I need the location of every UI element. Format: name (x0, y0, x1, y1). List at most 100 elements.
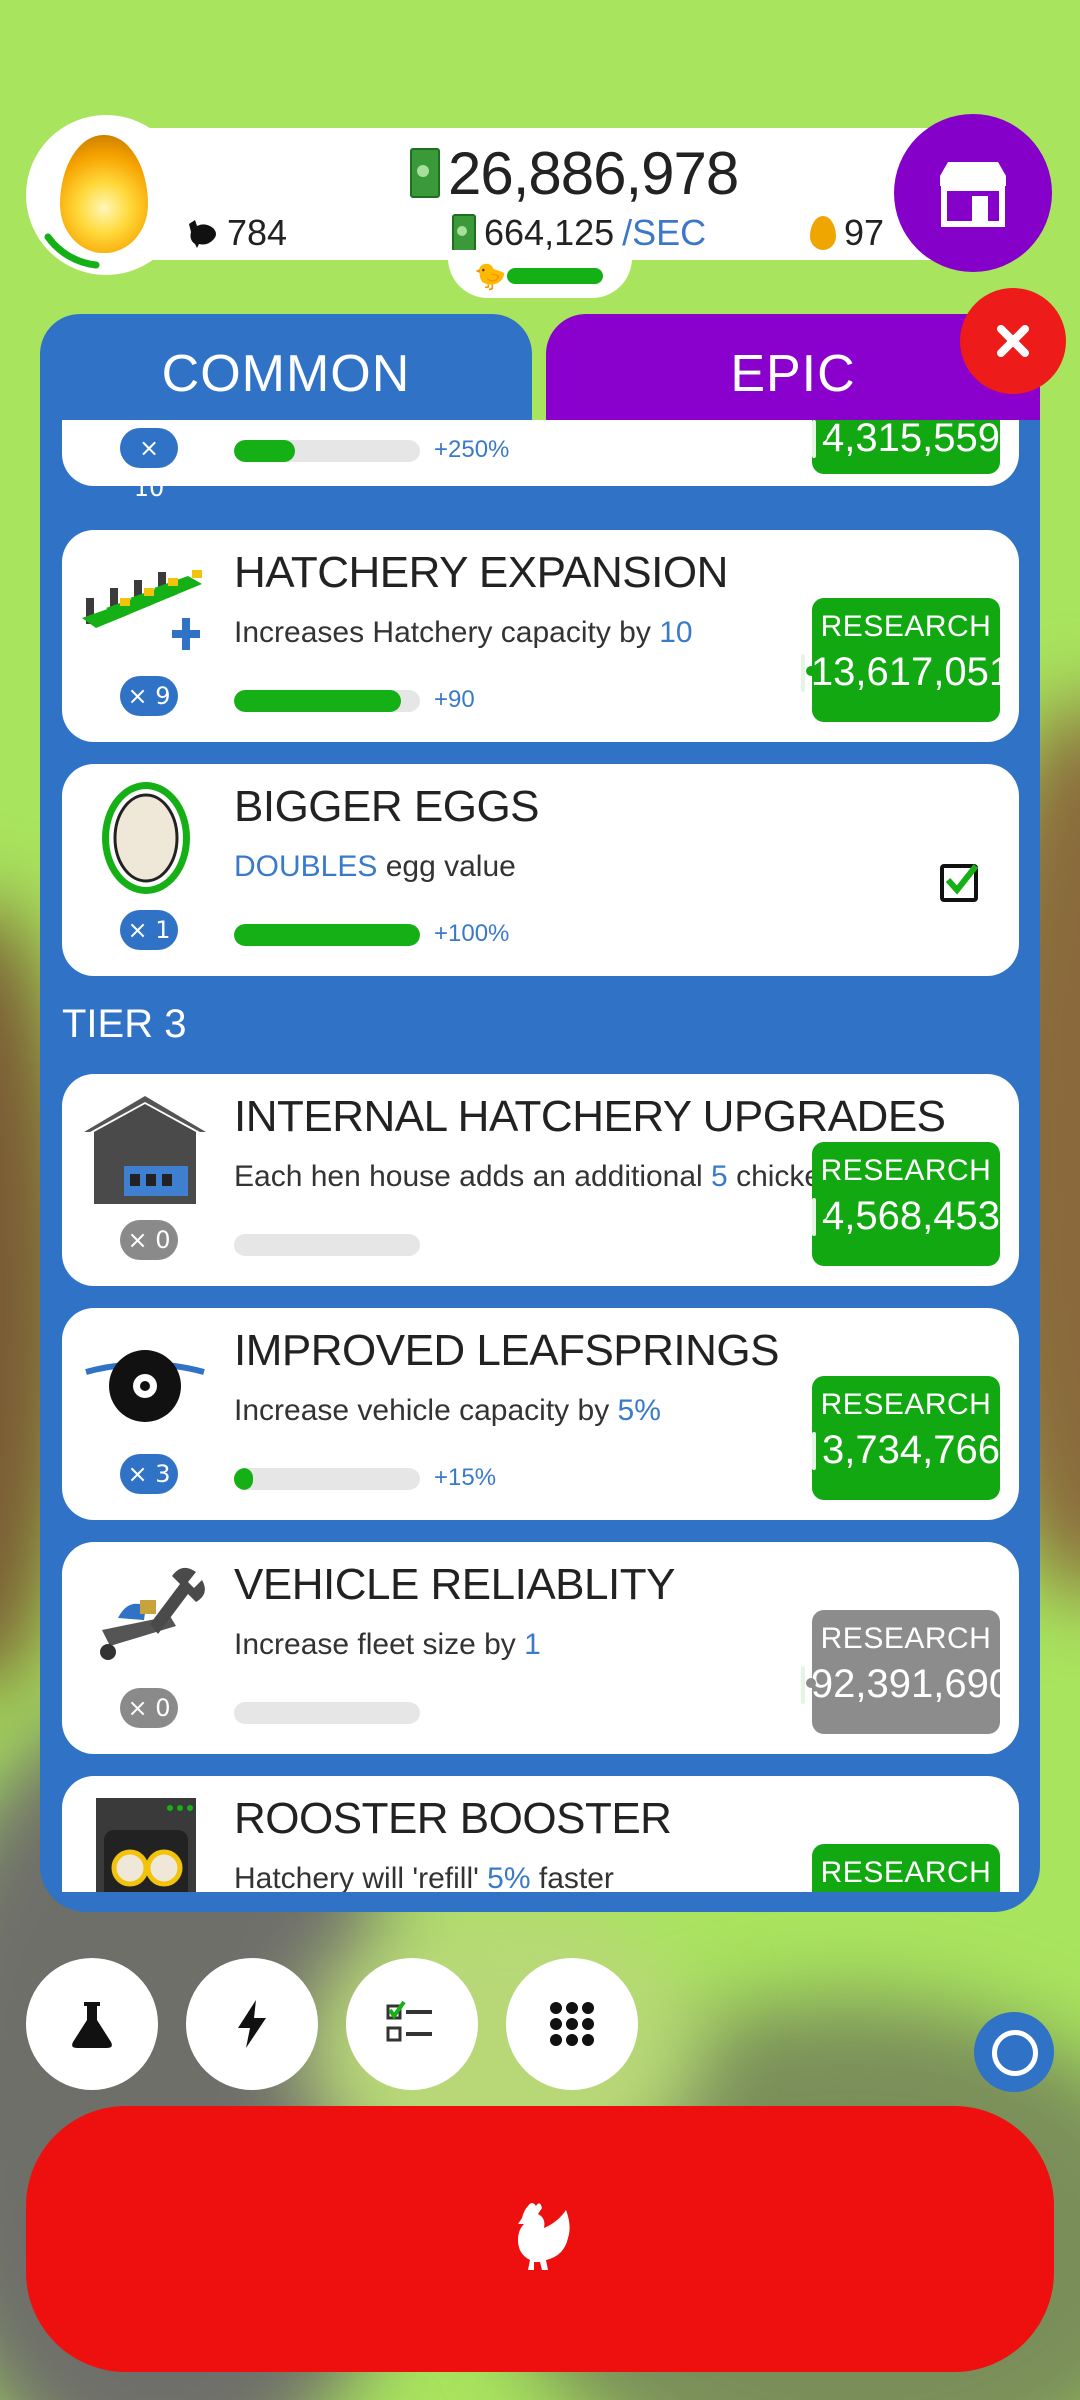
research-card: VEHICLE RELIABLITY Increase fleet size b… (62, 1542, 1019, 1754)
money-icon (800, 653, 816, 692)
chicken-icon (518, 2203, 570, 2270)
progress-fill (234, 690, 402, 712)
rate-unit: /SEC (622, 212, 707, 253)
research-description: Increase vehicle capacity by 5% (234, 1394, 661, 1427)
research-card: IMPROVED LEAFSPRINGS Increase vehicle ca… (62, 1308, 1019, 1520)
hatchery-expansion-icon (82, 570, 202, 650)
research-price-value: 13,617,051 (810, 650, 1012, 694)
research-price-value: 4,568,453 (822, 1194, 1000, 1238)
research-button-label: RESEARCH (820, 1154, 992, 1187)
progress-label: +90 (434, 686, 475, 713)
research-button[interactable]: 4,315,559 (812, 420, 1000, 474)
tab-common-label: COMMON (161, 345, 411, 403)
menu-button[interactable] (506, 1958, 638, 2090)
research-button[interactable]: RESEARCH 13,617,051 (800, 598, 1011, 722)
research-progress-bar (234, 924, 420, 946)
research-button[interactable]: RESEARCH 4,568,453 (812, 1142, 1000, 1266)
close-button[interactable] (960, 288, 1066, 394)
research-title: BIGGER EGGS (234, 782, 540, 831)
research-title: HATCHERY EXPANSION (234, 548, 728, 597)
research-price: 92,391,690 (800, 1662, 1011, 1707)
research-description: Each hen house adds an additional 5 chic… (234, 1160, 909, 1193)
research-title: VEHICLE RELIABLITY (234, 1560, 675, 1609)
level-badge: × 0 (120, 1220, 178, 1260)
research-description: Increase fleet size by 1 (234, 1628, 541, 1661)
chicken-count: 784 (185, 212, 287, 254)
progress-fill (234, 924, 420, 946)
hatch-chicken-button[interactable] (26, 2106, 1054, 2372)
research-progress-bar (234, 690, 420, 712)
checklist-icon (386, 2000, 432, 2042)
research-progress-bar (234, 1468, 420, 1490)
research-menu-button[interactable] (26, 1958, 158, 2090)
income-rate: 664,125/SEC (452, 212, 706, 254)
hatchery-bar (507, 268, 603, 284)
progress-label: +250% (434, 436, 510, 463)
money-icon (812, 1197, 828, 1236)
money-icon (812, 420, 828, 458)
research-card: ROOSTER BOOSTER Hatchery will 'refill' 5… (62, 1776, 1019, 1892)
research-list[interactable]: × 10 +250% 4,315,559 HATCHERY EXPANSION … (40, 420, 1040, 1892)
money-icon (452, 214, 476, 252)
research-progress-bar (234, 1234, 420, 1256)
wrench-icon (100, 1567, 205, 1660)
research-button[interactable]: RESEARCH (812, 1844, 1000, 1892)
research-progress-bar (234, 440, 420, 462)
camera-toggle-button[interactable] (974, 2012, 1054, 2092)
chicken-icon (189, 220, 216, 248)
research-price: 13,617,051 (800, 650, 1011, 695)
research-button[interactable]: RESEARCH 92,391,690 (800, 1610, 1011, 1734)
golden-egg-icon (810, 216, 836, 250)
rooster-booster-icon (96, 1798, 196, 1892)
egg-upgrade-icon (102, 782, 190, 894)
chick-icon: 🐤 (474, 262, 507, 292)
research-price-value: 3,734,766 (822, 1428, 1000, 1472)
research-description: Hatchery will 'refill' 5% faster (234, 1862, 614, 1892)
research-card: HATCHERY EXPANSION Increases Hatchery ca… (62, 530, 1019, 742)
level-badge: × 1 (120, 910, 178, 950)
grid-icon (550, 2002, 594, 2046)
research-button-label: RESEARCH (820, 610, 992, 643)
golden-egg-count: 97 (810, 212, 884, 254)
level-badge: × 0 (120, 1688, 178, 1728)
research-progress-bar (234, 1702, 420, 1724)
research-price: 3,734,766 (812, 1428, 1000, 1473)
level-badge: × 9 (120, 676, 178, 716)
level-badge: × 10 (120, 428, 178, 502)
level-badge: × 3 (120, 1454, 178, 1494)
research-price: 4,568,453 (812, 1194, 1000, 1239)
progress-fill (234, 1468, 253, 1490)
research-price-value: 92,391,690 (810, 1662, 1012, 1706)
research-price: 4,315,559 (812, 420, 1000, 461)
rate-value: 664,125 (484, 212, 615, 253)
research-button[interactable]: RESEARCH 3,734,766 (812, 1376, 1000, 1500)
money-display: 26,886,978 (410, 138, 739, 208)
progress-fill (234, 440, 296, 462)
research-card: INTERNAL HATCHERY UPGRADES Each hen hous… (62, 1074, 1019, 1286)
research-title: INTERNAL HATCHERY UPGRADES (234, 1092, 946, 1141)
boost-button[interactable] (186, 1958, 318, 2090)
research-price-value: 4,315,559 (822, 420, 1000, 460)
missions-button[interactable] (346, 1958, 478, 2090)
research-card: BIGGER EGGS DOUBLES egg value × 1 +100% (62, 764, 1019, 976)
progress-label: +100% (434, 920, 510, 947)
money-icon (812, 1431, 828, 1470)
research-button-label: RESEARCH (820, 1388, 992, 1421)
research-card: × 10 +250% 4,315,559 (62, 420, 1019, 502)
golden-egg-value: 97 (844, 212, 885, 253)
lightning-icon (238, 2000, 266, 2048)
progress-label: +15% (434, 1464, 497, 1491)
money-value: 26,886,978 (448, 139, 739, 207)
shop-icon (940, 162, 1006, 227)
wheel-icon (85, 1350, 205, 1422)
completed-check-icon (940, 864, 979, 902)
research-title: ROOSTER BOOSTER (234, 1794, 672, 1843)
research-button-label: RESEARCH (820, 1856, 992, 1889)
research-button-label: RESEARCH (820, 1622, 992, 1655)
tab-common[interactable]: COMMON (40, 314, 532, 434)
research-description: DOUBLES egg value (234, 850, 516, 883)
hen-house-icon (84, 1096, 206, 1204)
shop-button[interactable] (894, 114, 1052, 272)
chicken-count-value: 784 (227, 212, 288, 253)
tier-heading: TIER 3 (62, 1002, 187, 1046)
